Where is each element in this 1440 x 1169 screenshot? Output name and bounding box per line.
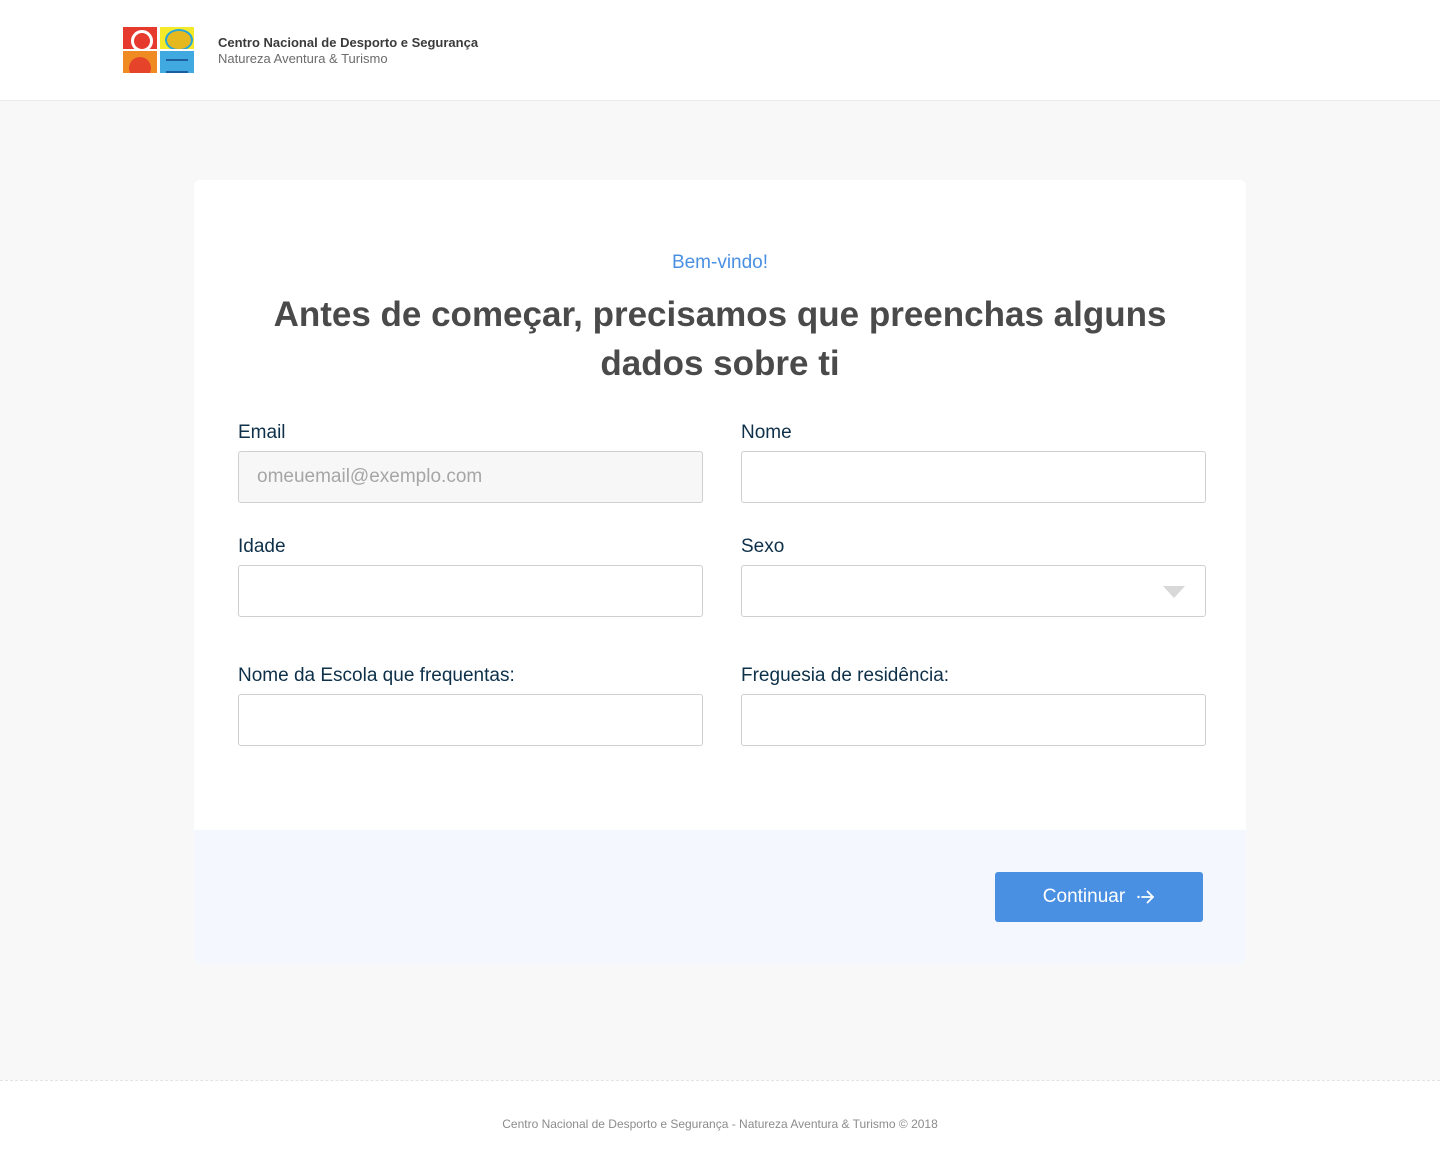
- sex-label: Sexo: [741, 536, 785, 557]
- top-header: Centro Nacional de Desporto e Segurança …: [0, 0, 1440, 101]
- page-footer: Centro Nacional de Desporto e Segurança …: [0, 1080, 1440, 1169]
- parish-group: Freguesia de residência:: [741, 665, 1206, 746]
- parish-field[interactable]: [741, 694, 1206, 746]
- continue-button[interactable]: Continuar: [995, 872, 1203, 922]
- age-group: Idade: [238, 536, 703, 617]
- logo-quadrant-orange: [123, 51, 157, 73]
- sex-select[interactable]: [741, 565, 1206, 617]
- continue-label: Continuar: [1042, 886, 1126, 907]
- logo-icon: [123, 27, 194, 73]
- name-label: Nome: [741, 422, 792, 443]
- brand-text: Centro Nacional de Desporto e Segurança …: [218, 35, 478, 66]
- name-field[interactable]: [741, 451, 1206, 503]
- parish-label: Freguesia de residência:: [741, 665, 950, 686]
- card-footer: Continuar: [194, 830, 1246, 964]
- school-label: Nome da Escola que frequentas:: [238, 665, 515, 686]
- logo-quadrant-yellow: [160, 27, 194, 49]
- email-field: [238, 451, 703, 503]
- logo-quadrant-red: [123, 27, 157, 49]
- arrow-right-icon: [1137, 890, 1155, 904]
- brand[interactable]: Centro Nacional de Desporto e Segurança …: [123, 27, 478, 73]
- logo-quadrant-blue: [160, 51, 194, 73]
- chevron-down-icon[interactable]: [1163, 586, 1185, 598]
- email-group: Email: [238, 422, 703, 503]
- copyright-text: Centro Nacional de Desporto e Segurança …: [502, 1117, 938, 1131]
- age-label: Idade: [238, 536, 286, 557]
- age-field[interactable]: [238, 565, 703, 617]
- page-title: Antes de começar, precisamos que preench…: [273, 295, 1167, 383]
- brand-subtitle: Natureza Aventura & Turismo: [218, 50, 388, 66]
- school-field[interactable]: [238, 694, 703, 746]
- sex-select-wrapper[interactable]: [741, 565, 1206, 617]
- onboarding-card: Bem-vindo! Antes de começar, precisamos …: [194, 180, 1246, 964]
- school-group: Nome da Escola que frequentas:: [238, 665, 703, 746]
- name-group: Nome: [741, 422, 1206, 503]
- sex-group: Sexo: [741, 536, 1206, 617]
- email-label: Email: [238, 422, 286, 443]
- welcome-text: Bem-vindo!: [671, 252, 769, 273]
- brand-title: Centro Nacional de Desporto e Segurança: [218, 34, 479, 50]
